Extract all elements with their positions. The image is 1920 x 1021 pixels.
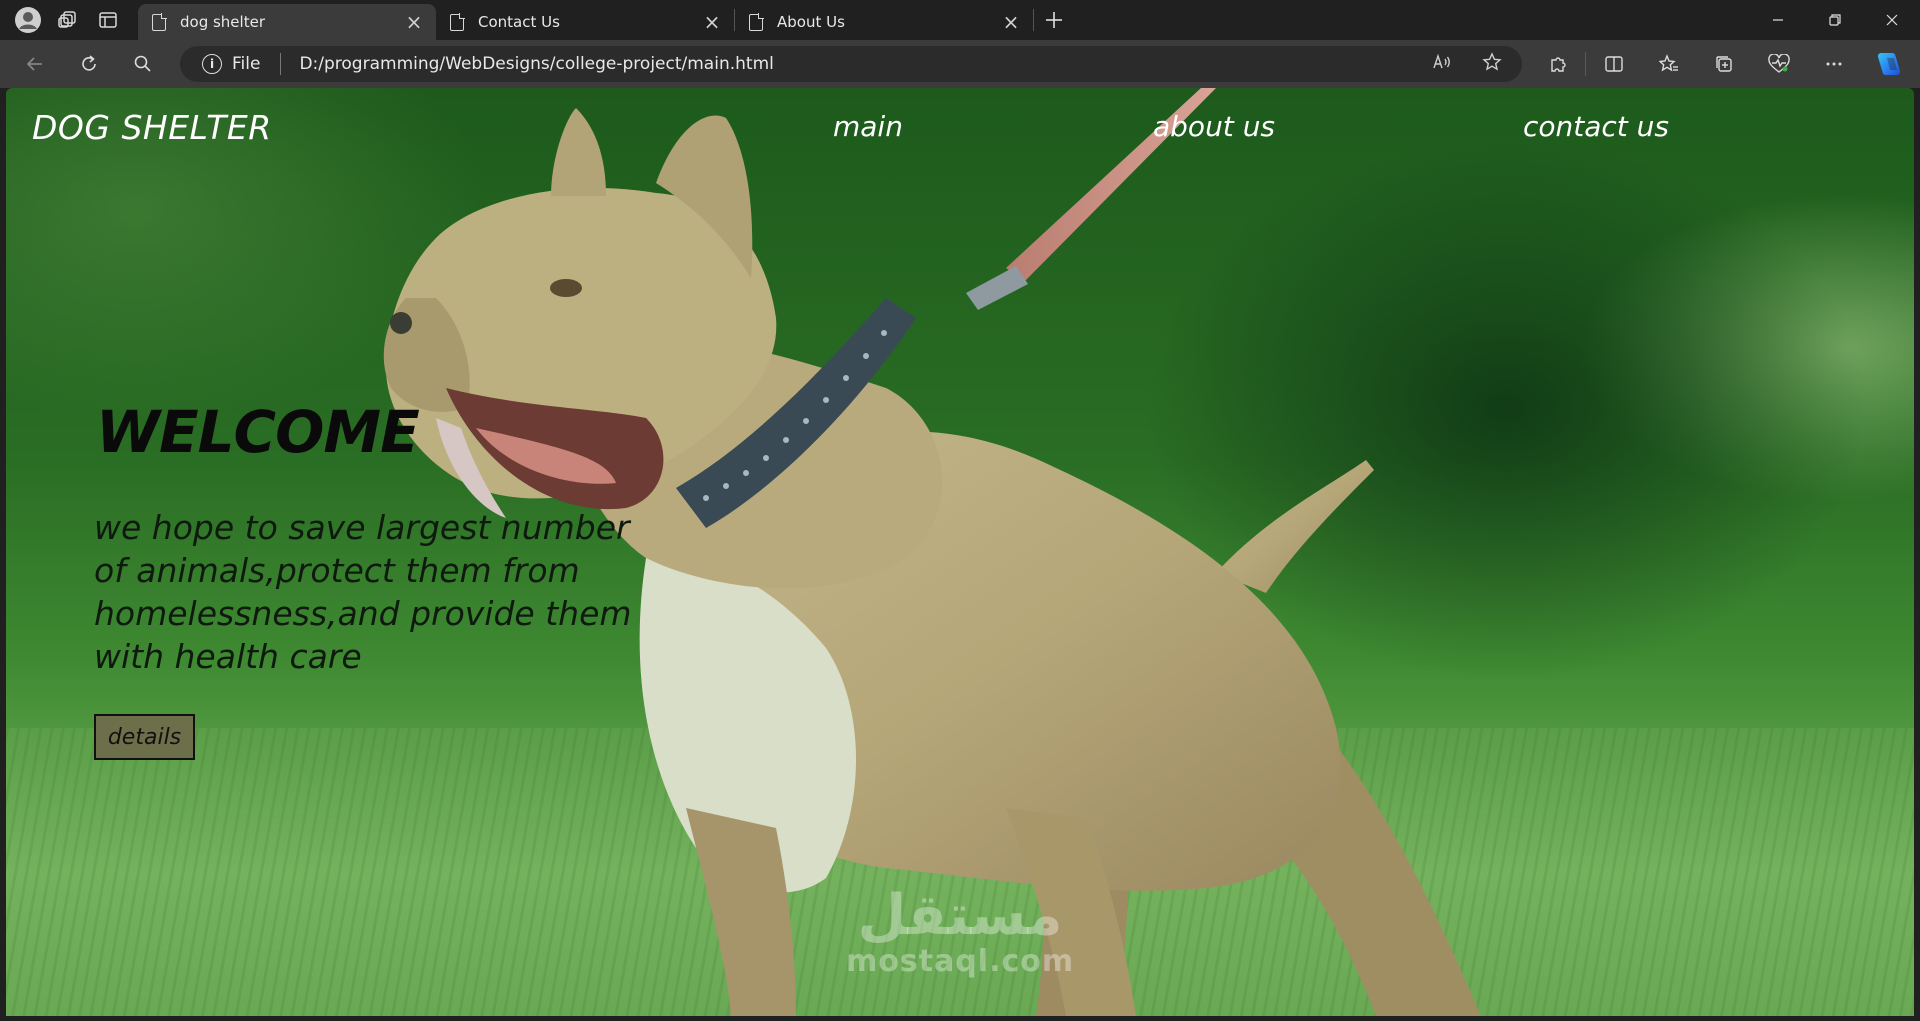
- close-tab-icon[interactable]: ×: [1001, 12, 1021, 32]
- tab-strip: dog shelter × Contact Us × About Us ×: [0, 0, 1920, 40]
- minimize-button[interactable]: [1749, 0, 1806, 40]
- search-button[interactable]: [116, 40, 170, 88]
- profile-avatar-icon[interactable]: [8, 0, 48, 40]
- tab-contact-us[interactable]: Contact Us ×: [436, 4, 734, 40]
- url-text[interactable]: D:/programming/WebDesigns/college-projec…: [299, 54, 773, 74]
- close-window-button[interactable]: [1863, 0, 1920, 40]
- address-bar[interactable]: i File D:/programming/WebDesigns/college…: [180, 46, 1522, 82]
- refresh-button[interactable]: [62, 40, 116, 88]
- favorites-button[interactable]: [1641, 40, 1696, 88]
- hero-title: WELCOME: [96, 398, 420, 466]
- search-icon: [134, 55, 151, 72]
- refresh-icon: [82, 55, 96, 71]
- document-icon: [749, 12, 764, 31]
- tab-dog-shelter[interactable]: dog shelter ×: [138, 4, 436, 40]
- more-dots-icon: [1826, 62, 1841, 66]
- tab-about-us[interactable]: About Us ×: [735, 4, 1033, 40]
- hero-description: we hope to save largest number of animal…: [94, 506, 654, 678]
- hero-line: with health care: [94, 637, 362, 676]
- tab-actions-icon[interactable]: [88, 0, 128, 40]
- plus-icon: [1046, 12, 1062, 28]
- star-icon[interactable]: [1482, 51, 1502, 77]
- tab-title: Contact Us: [478, 13, 560, 31]
- close-tab-icon[interactable]: ×: [702, 12, 722, 32]
- heart-pulse-icon: [1767, 54, 1790, 73]
- address-divider: [280, 53, 282, 75]
- copilot-button[interactable]: [1861, 40, 1916, 88]
- restore-button[interactable]: [1806, 0, 1863, 40]
- split-screen-button[interactable]: [1586, 40, 1641, 88]
- window-controls: [1749, 0, 1920, 40]
- browser-essentials-button[interactable]: [1751, 40, 1806, 88]
- nav-main-link[interactable]: main: [833, 110, 903, 143]
- address-toolbar: i File D:/programming/WebDesigns/college…: [0, 40, 1920, 88]
- browser-toolbar: [1530, 40, 1916, 88]
- site-logo[interactable]: DOG SHELTER: [32, 108, 272, 147]
- tab-title: About Us: [777, 13, 845, 31]
- scheme-label: File: [232, 54, 261, 74]
- workspaces-icon[interactable]: [48, 0, 88, 40]
- favorites-icon: [1658, 54, 1678, 72]
- close-tab-icon[interactable]: ×: [404, 12, 424, 32]
- nav-about-us-link[interactable]: about us: [1153, 110, 1275, 143]
- details-button[interactable]: details: [94, 714, 195, 760]
- hero-line: homelessness,and provide them: [94, 594, 632, 633]
- watermark: مستقل mostaql.com: [846, 883, 1075, 980]
- collections-icon: [1715, 56, 1732, 72]
- puzzle-icon: [1550, 57, 1566, 72]
- back-arrow-icon: [26, 57, 42, 71]
- watermark-arabic: مستقل: [857, 883, 1063, 948]
- extensions-button[interactable]: [1530, 40, 1585, 88]
- split-screen-icon: [1604, 56, 1623, 72]
- page-viewport: DOG SHELTER main about us contact us WEL…: [6, 88, 1914, 1016]
- hero-line: we hope to save largest number: [94, 508, 630, 547]
- collections-button[interactable]: [1696, 40, 1751, 88]
- document-icon: [152, 12, 167, 31]
- hero-line: of animals,protect them from: [94, 551, 580, 590]
- read-aloud-icon[interactable]: [1432, 52, 1452, 77]
- tab-title: dog shelter: [180, 13, 265, 31]
- more-button[interactable]: [1806, 40, 1861, 88]
- nav-contact-us-link[interactable]: contact us: [1523, 110, 1669, 143]
- watermark-latin: mostaql.com: [846, 944, 1075, 979]
- new-tab-button[interactable]: [1034, 0, 1074, 40]
- info-icon[interactable]: i: [202, 54, 222, 74]
- address-actions: [1432, 46, 1502, 82]
- document-icon: [450, 12, 465, 31]
- back-button[interactable]: [8, 40, 62, 88]
- copilot-icon: [1877, 53, 1900, 75]
